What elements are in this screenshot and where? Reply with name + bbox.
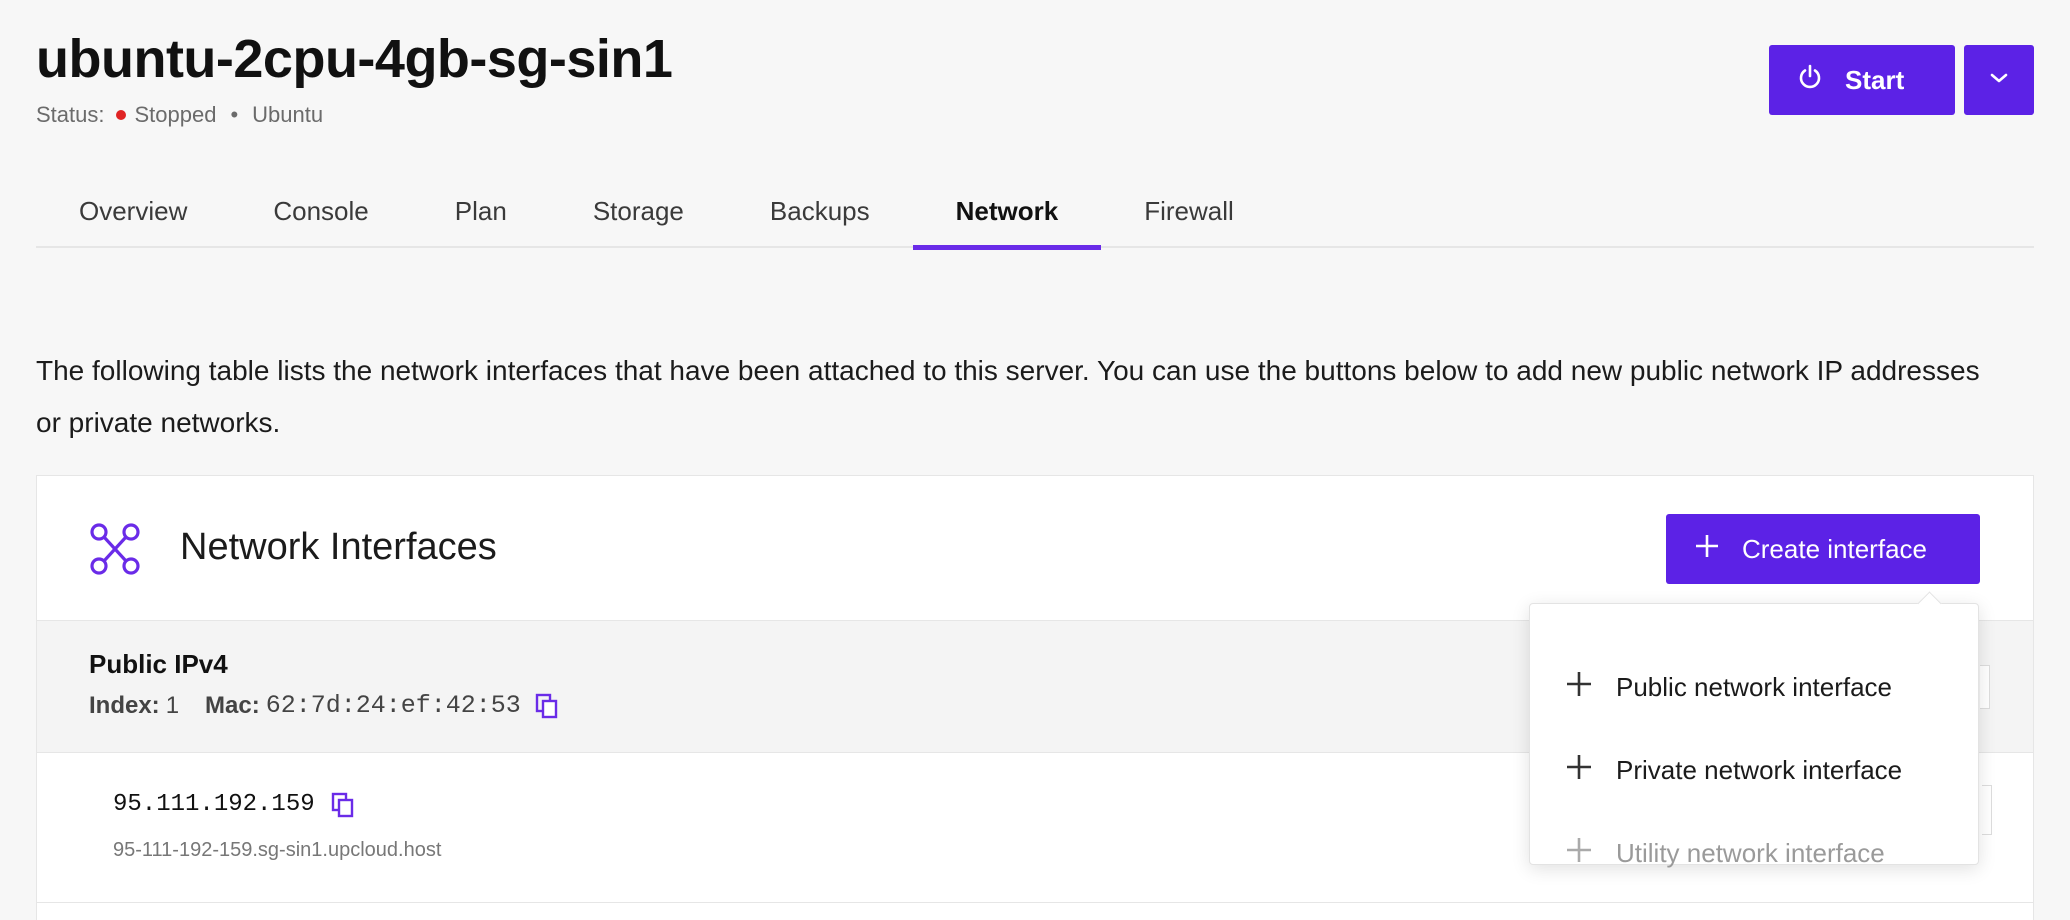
more-actions-button[interactable]	[1964, 45, 2034, 115]
status-label: Status:	[36, 102, 105, 127]
row-action-edge	[1982, 785, 1992, 835]
plus-icon	[1566, 837, 1592, 870]
create-interface-label: Create interface	[1742, 533, 1927, 564]
ip-address-value: 95.111.192.159	[113, 791, 315, 818]
copy-ip-icon[interactable]	[331, 792, 355, 818]
tab-bar: Overview Console Plan Storage Backups Ne…	[36, 174, 2034, 250]
create-interface-menu: Public network interface Private network…	[1529, 603, 1979, 868]
copy-mac-icon[interactable]	[535, 693, 559, 719]
tab-console[interactable]: Console	[230, 174, 411, 248]
status-dot-icon	[116, 110, 127, 120]
server-os: Ubuntu	[252, 102, 324, 127]
status-value: Stopped	[134, 102, 217, 127]
tab-backups[interactable]: Backups	[727, 174, 913, 248]
tab-firewall[interactable]: Firewall	[1101, 174, 1277, 248]
status-separator: •	[230, 102, 239, 127]
power-icon	[1797, 64, 1823, 97]
row-action-edge	[1980, 665, 1990, 709]
mac-label: Mac:	[205, 691, 260, 719]
menu-item-private-interface[interactable]: Private network interface	[1530, 740, 1978, 800]
tab-network[interactable]: Network	[912, 174, 1102, 250]
start-button-label: Start	[1845, 64, 1905, 95]
index-value: 1	[165, 691, 180, 719]
server-status: Status: Stopped • Ubuntu	[36, 102, 323, 128]
start-button[interactable]: Start	[1769, 45, 1955, 115]
network-nodes-icon	[89, 522, 141, 581]
menu-item-label: Public network interface	[1616, 671, 1893, 702]
panel-header: Network Interfaces Create interface	[37, 476, 2033, 621]
tab-plan[interactable]: Plan	[412, 174, 550, 248]
tab-overview[interactable]: Overview	[36, 174, 230, 248]
interface-meta: Index: 1 Mac: 62:7d:24:ef:42:53	[89, 691, 559, 720]
network-description: The following table lists the network in…	[36, 355, 1980, 438]
plus-icon	[1566, 671, 1592, 704]
chevron-down-icon	[1988, 71, 2010, 90]
interface-type: Public IPv4	[89, 649, 228, 679]
create-interface-button[interactable]: Create interface	[1666, 514, 1980, 584]
menu-item-utility-interface: Utility network interface	[1530, 823, 1978, 883]
server-title: ubuntu-2cpu-4gb-sg-sin1	[36, 29, 673, 89]
ip-address: 95.111.192.159	[113, 791, 355, 818]
mac-value: 62:7d:24:ef:42:53	[265, 691, 521, 720]
ip-hostname: 95-111-192-159.sg-sin1.upcloud.host	[113, 839, 442, 861]
tab-storage[interactable]: Storage	[550, 174, 727, 248]
menu-item-label: Utility network interface	[1616, 837, 1885, 868]
plus-icon	[1694, 533, 1720, 566]
panel-title: Network Interfaces	[180, 526, 497, 568]
menu-item-label: Private network interface	[1616, 754, 1903, 785]
menu-item-public-interface[interactable]: Public network interface	[1530, 657, 1978, 717]
plus-icon	[1566, 754, 1592, 787]
index-label: Index:	[89, 691, 160, 719]
